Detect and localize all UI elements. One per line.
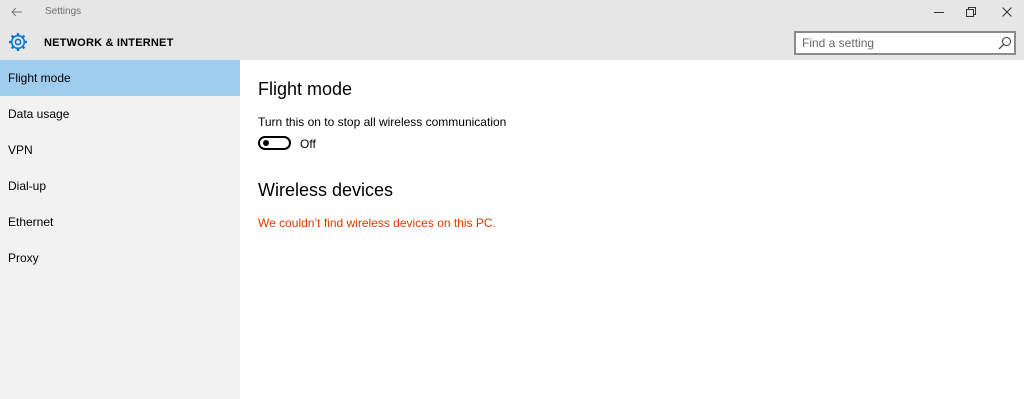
page-title: NETWORK & INTERNET <box>44 37 174 49</box>
restore-button[interactable] <box>954 0 988 24</box>
app-title: Settings <box>45 6 82 17</box>
arrow-left-icon <box>11 7 22 17</box>
search-input[interactable] <box>802 34 992 52</box>
back-button[interactable] <box>6 2 28 22</box>
flight-mode-description: Turn this on to stop all wireless commun… <box>258 115 507 129</box>
minimize-button[interactable] <box>922 0 956 24</box>
flight-mode-heading: Flight mode <box>258 79 353 99</box>
sidebar-item-flight-mode[interactable]: Flight mode <box>0 60 240 96</box>
toggle-knob <box>263 140 269 146</box>
close-button[interactable] <box>990 0 1024 24</box>
gear-icon <box>9 33 27 51</box>
main-content: Flight mode Turn this on to stop all wir… <box>240 60 1024 399</box>
restore-icon <box>966 7 976 17</box>
search-box[interactable] <box>794 31 1016 55</box>
sidebar-item-vpn[interactable]: VPN <box>0 132 240 168</box>
sidebar-item-ethernet[interactable]: Ethernet <box>0 204 240 240</box>
sidebar-item-proxy[interactable]: Proxy <box>0 240 240 276</box>
wireless-devices-heading: Wireless devices <box>258 180 394 200</box>
wireless-devices-message: We couldn’t find wireless devices on thi… <box>258 216 496 230</box>
toggle-state-label: Off <box>300 137 316 151</box>
sidebar-item-dial-up[interactable]: Dial-up <box>0 168 240 204</box>
title-bar: Settings <box>0 0 1024 24</box>
flight-mode-toggle[interactable] <box>258 136 291 150</box>
minimize-icon <box>934 12 944 13</box>
page-header: NETWORK & INTERNET <box>0 24 1024 60</box>
search-icon[interactable] <box>998 36 1012 50</box>
sidebar-item-data-usage[interactable]: Data usage <box>0 96 240 132</box>
sidebar: Flight mode Data usage VPN Dial-up Ether… <box>0 60 240 399</box>
close-icon <box>1002 7 1012 17</box>
